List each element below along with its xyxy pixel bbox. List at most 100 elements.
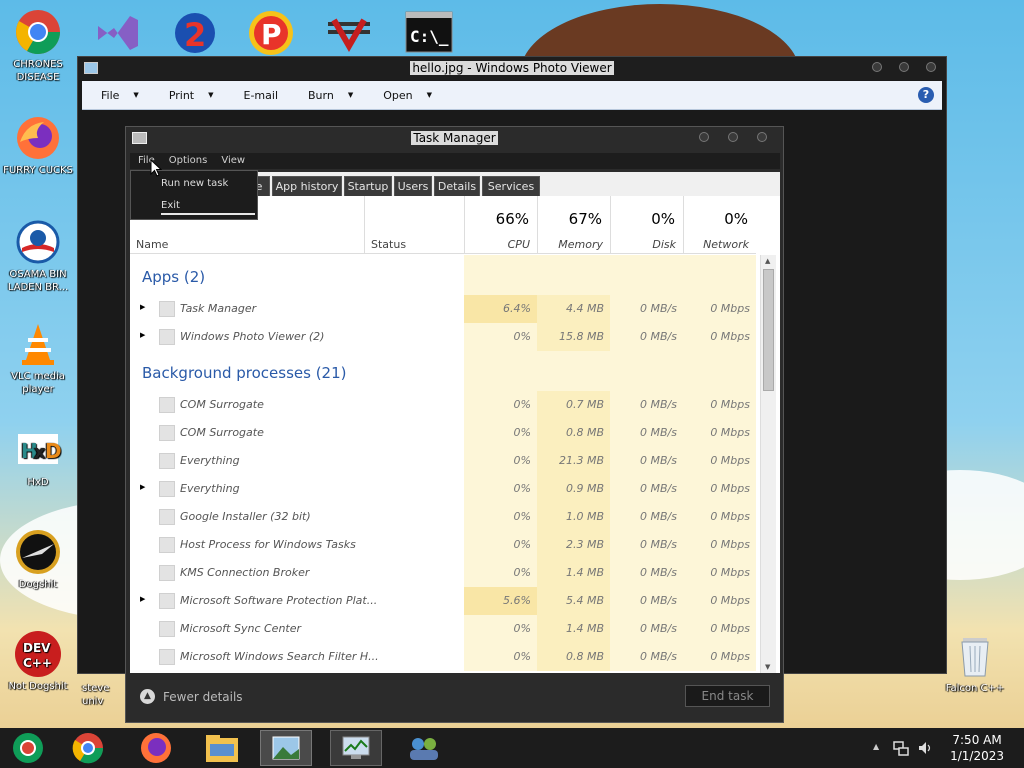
process-row[interactable]: Microsoft Windows Search Filter H... 0% 0.… (130, 643, 756, 671)
process-row[interactable]: Google Installer (32 bit) 0% 1.0 MB 0 MB/s 0… (130, 503, 756, 531)
desktop-icon-recycle[interactable]: Falcon C++ (938, 632, 1012, 695)
menu-file[interactable]: File ▼ (101, 89, 139, 102)
tab-services[interactable]: Services (482, 176, 540, 196)
menu-view[interactable]: View (221, 153, 245, 169)
disk-cell: 0 MB/s (610, 559, 683, 587)
group-header-cell (464, 255, 537, 295)
window-title: Task Manager (411, 131, 498, 145)
maximize-button[interactable] (899, 62, 909, 72)
menu-burn[interactable]: Burn ▼ (308, 89, 353, 102)
taskbar-chrome-icon[interactable] (62, 730, 114, 766)
column-header-status[interactable]: Status (364, 196, 464, 254)
group-title: Background processes (21) (142, 364, 347, 382)
disk-cell: 0 MB/s (610, 615, 683, 643)
column-header-network[interactable]: 0% Network (683, 196, 756, 254)
process-row[interactable]: Everything 0% 21.3 MB 0 MB/s 0 Mbps (130, 447, 756, 475)
command-prompt-icon[interactable]: C:\_ (404, 8, 454, 58)
menu-label: Print (168, 88, 195, 102)
desktop-icon-partial[interactable]: steve univ (82, 682, 122, 708)
group-header[interactable]: Apps (2) (130, 255, 756, 295)
memory-cell: 0.8 MB (537, 643, 610, 671)
minimize-button[interactable] (699, 132, 709, 142)
desktop-icon-vlc[interactable]: VLC media player (1, 320, 75, 396)
tab-app-history[interactable]: App history (272, 176, 342, 196)
taskbar-task-manager-icon[interactable] (330, 730, 382, 766)
process-row[interactable]: ▶ Task Manager 6.4% 4.4 MB 0 MB/s 0 Mbps (130, 295, 756, 323)
process-icon (159, 481, 175, 497)
group-header-cell (683, 255, 756, 295)
tab-details[interactable]: Details (434, 176, 480, 196)
menu-open[interactable]: Open ▼ (383, 89, 432, 102)
process-icon (159, 593, 175, 609)
app-2-icon[interactable]: 2 (170, 8, 220, 58)
column-header-disk[interactable]: 0% Disk (610, 196, 683, 254)
cpu-cell: 0% (464, 643, 537, 671)
visual-studio-icon[interactable] (92, 8, 142, 58)
minimize-button[interactable] (872, 62, 882, 72)
scroll-down-icon[interactable]: ▼ (765, 663, 770, 671)
desktop-icon-devcpp[interactable]: DEV C++ Not Dogshit (1, 630, 75, 693)
tab-users[interactable]: Users (394, 176, 432, 196)
process-icon (159, 453, 175, 469)
system-clock[interactable]: 7:50 AM 1/1/2023 (950, 732, 1004, 764)
memory-cell: 0.7 MB (537, 391, 610, 419)
process-icon (159, 509, 175, 525)
memory-cell: 5.4 MB (537, 587, 610, 615)
column-header-memory[interactable]: 67% Memory (537, 196, 610, 254)
memory-cell: 21.3 MB (537, 447, 610, 475)
task-manager-titlebar[interactable]: Task Manager (126, 127, 783, 151)
menu-item-run-new-task[interactable]: Run new task (161, 178, 228, 189)
desktop-icon-label: OSAMA BIN LADEN BR... (7, 269, 69, 293)
column-header-cpu[interactable]: 66% CPU (464, 196, 537, 254)
tab-startup[interactable]: Startup (344, 176, 392, 196)
desktop-icon-firefox[interactable]: FURRY CUCKS (1, 114, 75, 177)
menu-item-exit[interactable]: Exit (161, 200, 180, 211)
process-row[interactable]: COM Surrogate 0% 0.7 MB 0 MB/s 0 Mbps (130, 391, 756, 419)
process-row[interactable]: Host Process for Windows Tasks 0% 2.3 MB 0 … (130, 531, 756, 559)
taskbar-photo-viewer-icon[interactable] (260, 730, 312, 766)
taskbar-firefox-icon[interactable] (130, 730, 182, 766)
fewer-details-label: Fewer details (163, 689, 243, 704)
app-papers-icon[interactable] (324, 8, 374, 58)
desktop-icon-obama[interactable]: OSAMA BIN LADEN BR... (1, 218, 75, 294)
network-icon[interactable] (893, 740, 909, 756)
menu-options[interactable]: Options (169, 153, 208, 169)
maximize-button[interactable] (728, 132, 738, 142)
network-cell: 0 Mbps (683, 447, 756, 475)
expand-arrow-icon[interactable]: ▶ (140, 331, 145, 339)
process-row[interactable]: ▶ Microsoft Software Protection Plat... 5.… (130, 587, 756, 615)
desktop-icon-label: FURRY CUCKS (3, 165, 73, 176)
desktop-icon-dogshit[interactable]: Dogshit (1, 528, 75, 591)
app-p-icon[interactable]: P (246, 8, 296, 58)
expand-arrow-icon[interactable]: ▶ (140, 595, 145, 603)
menu-print[interactable]: Print ▼ (169, 89, 214, 102)
expand-arrow-icon[interactable]: ▶ (140, 483, 145, 491)
fewer-details-toggle[interactable]: ▲ Fewer details (140, 689, 243, 704)
column-label: Status (371, 238, 407, 251)
process-row[interactable]: ▶ Everything 0% 0.9 MB 0 MB/s 0 Mbps (130, 475, 756, 503)
desktop-icon-chrome[interactable]: CHRONES DISEASE (1, 8, 75, 84)
process-row[interactable]: KMS Connection Broker 0% 1.4 MB 0 MB/s 0 Mbp… (130, 559, 756, 587)
end-task-button[interactable]: End task (685, 685, 770, 707)
volume-icon[interactable] (917, 740, 933, 756)
scrollbar-thumb[interactable] (763, 269, 774, 391)
process-row[interactable]: COM Surrogate 0% 0.8 MB 0 MB/s 0 Mbps (130, 419, 756, 447)
desktop-icon-label: CHRONES DISEASE (13, 59, 63, 83)
process-row[interactable]: ▶ Windows Photo Viewer (2) 0% 15.8 MB 0 MB/s… (130, 323, 756, 351)
scroll-up-icon[interactable]: ▲ (765, 257, 770, 265)
taskbar-network-app-icon[interactable] (398, 730, 450, 766)
vertical-scrollbar[interactable]: ▲ ▼ (760, 255, 776, 673)
close-button[interactable] (926, 62, 936, 72)
taskbar-explorer-icon[interactable] (196, 730, 248, 766)
group-header[interactable]: Background processes (21) (130, 351, 756, 391)
menu-email[interactable]: E-mail (244, 89, 279, 102)
expand-arrow-icon[interactable]: ▶ (140, 303, 145, 311)
help-icon[interactable]: ? (918, 87, 934, 103)
close-button[interactable] (757, 132, 767, 142)
menu-item-highlight (161, 213, 255, 215)
desktop-icon-hxd[interactable]: HxD HxD (1, 426, 75, 489)
taskbar-chrome-alt-icon[interactable] (2, 730, 54, 766)
photo-viewer-titlebar[interactable]: hello.jpg - Windows Photo Viewer (78, 57, 946, 80)
show-hidden-icons-icon[interactable]: ▲ (873, 742, 879, 751)
process-row[interactable]: Microsoft Sync Center 0% 1.4 MB 0 MB/s 0 Mbp… (130, 615, 756, 643)
